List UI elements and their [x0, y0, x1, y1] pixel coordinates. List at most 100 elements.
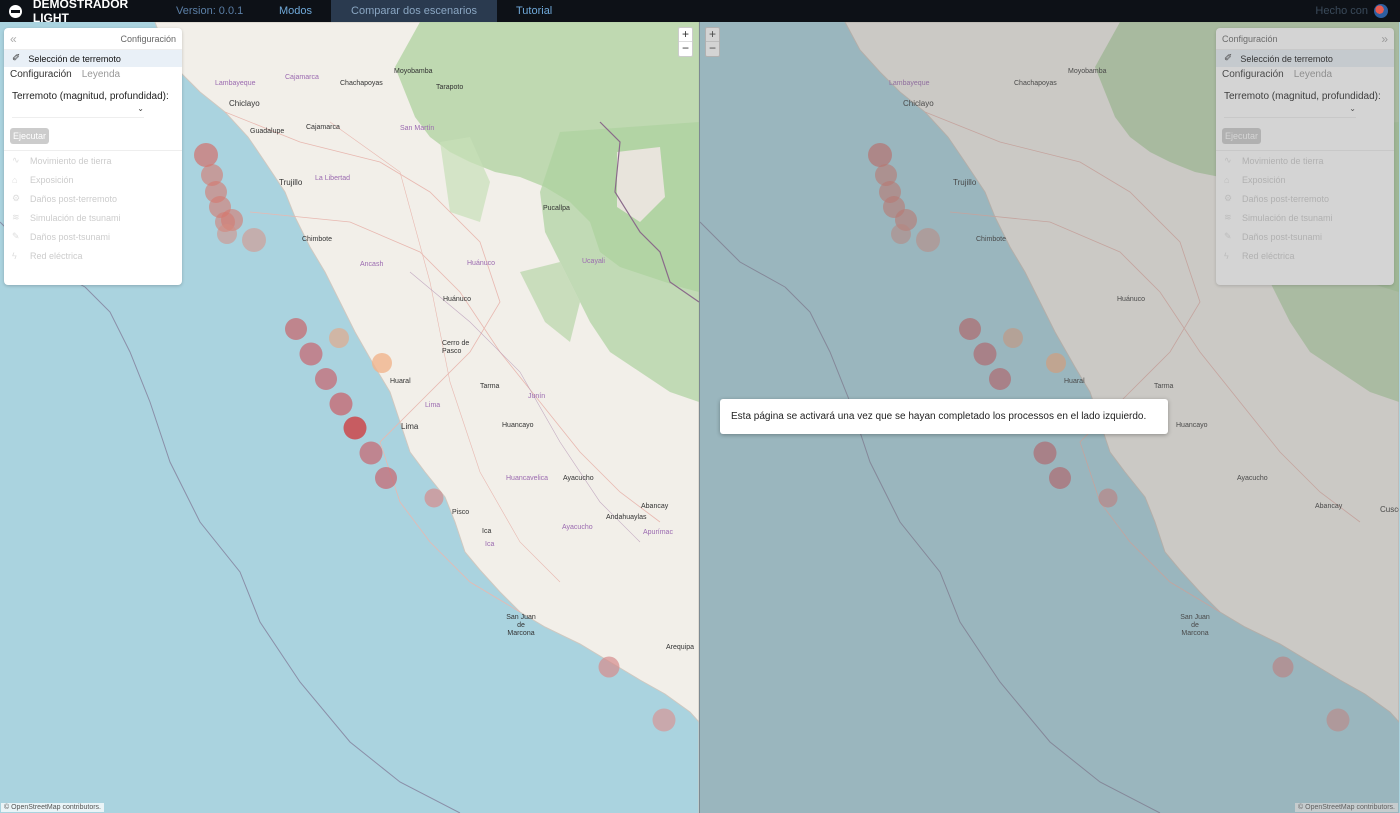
brush-icon: ✎: [12, 231, 20, 241]
map-label: La Libertad: [315, 175, 351, 182]
panel-title: Configuración: [120, 33, 176, 44]
map-label: Ica: [485, 541, 495, 548]
module-danos-terremoto[interactable]: ⚙ Daños post-terremoto: [4, 189, 182, 208]
nav-modos[interactable]: Modos: [260, 0, 331, 22]
map-label: Arequipa: [666, 644, 695, 651]
house-icon: ⌂: [12, 174, 18, 185]
module-tsunami[interactable]: ≋ Simulación de tsunami: [4, 208, 182, 227]
zoom-in-button[interactable]: +: [679, 28, 692, 42]
map-label: San Martín: [400, 125, 435, 132]
earthquake-marker[interactable]: [359, 441, 383, 465]
map-label: Cerro de Pasco: [442, 340, 470, 355]
made-with: Hecho con: [1315, 4, 1400, 18]
panel-header: « Configuración: [4, 28, 182, 50]
map-label: Junín: [528, 393, 546, 400]
map-label: Lima: [425, 402, 441, 409]
gear-icon: ⚙: [12, 193, 21, 203]
map-label: Lima: [401, 422, 419, 431]
panel-tabs: Configuración Leyenda: [4, 67, 182, 82]
tab-leyenda[interactable]: Leyenda: [82, 69, 120, 80]
map-label: Ica: [482, 528, 492, 535]
map-label: Ayacucho: [562, 524, 593, 531]
inactive-message-text: Esta página se activará una vez que se h…: [731, 411, 1147, 422]
module-exposicion[interactable]: ⌂ Exposición: [4, 170, 182, 189]
brand[interactable]: DEMOSTRADOR LIGHT: [0, 0, 166, 25]
made-with-label: Hecho con: [1315, 5, 1368, 17]
earthquake-marker[interactable]: [424, 488, 444, 508]
earthquake-marker[interactable]: [652, 708, 676, 732]
map-label: Ancash: [360, 261, 384, 268]
earthquake-marker[interactable]: [343, 416, 367, 440]
map-label: Andahuaylas: [606, 514, 647, 521]
earthquake-marker[interactable]: [372, 353, 392, 373]
map-label: Apurímac: [643, 529, 673, 536]
map-label: Chiclayo: [229, 99, 260, 108]
earthquake-marker[interactable]: [217, 224, 237, 244]
module-movimiento[interactable]: ∿ Movimiento de tierra: [4, 151, 182, 170]
logo-icon: [9, 4, 22, 18]
map-label: Lambayeque: [215, 80, 256, 87]
earthquake-select[interactable]: ⌄: [12, 104, 144, 118]
module-label: Movimiento de tierra: [30, 155, 112, 166]
map-label: Abancay: [641, 503, 669, 510]
tab-configuracion[interactable]: Configuración: [10, 69, 72, 80]
module-danos-tsunami[interactable]: ✎ Daños post-tsunami: [4, 227, 182, 246]
map-label: Tarma: [480, 383, 500, 390]
earthquake-marker[interactable]: [329, 328, 349, 348]
earthquake-marker[interactable]: [242, 228, 266, 252]
zoom-out-button[interactable]: −: [679, 42, 692, 56]
map-label: Huánuco: [467, 260, 496, 267]
earthquake-marker[interactable]: [299, 342, 323, 366]
map-label: Tarapoto: [436, 84, 464, 91]
earthquake-marker[interactable]: [285, 318, 307, 340]
map-label: Cajamarca: [306, 124, 340, 131]
map-label: San Juan de Marcona: [506, 614, 536, 637]
map-label: Huánuco: [443, 296, 472, 303]
map-attribution[interactable]: © OpenStreetMap contributors.: [1, 803, 104, 812]
map-label: Huancavelica: [506, 475, 549, 482]
map-label: Chimbote: [302, 236, 332, 243]
nav-comparar[interactable]: Comparar dos escenarios: [331, 0, 497, 22]
selection-label: Selección de terremoto: [28, 53, 121, 64]
earthquake-selection[interactable]: ✐ Selección de terremoto: [4, 50, 182, 67]
inactive-message: Esta página se activará una vez que se h…: [720, 399, 1168, 434]
earthquake-marker[interactable]: [329, 392, 353, 416]
map-label: Trujillo: [279, 178, 303, 187]
bolt-icon: ϟ: [12, 250, 17, 261]
module-red-electrica[interactable]: ϟ Red eléctrica: [4, 246, 182, 265]
right-map: Lambayeque Chiclayo Chachapoyas Moyobamb…: [700, 22, 1399, 813]
chevron-down-icon: ⌄: [137, 104, 144, 113]
map-label: Cajamarca: [285, 74, 319, 81]
map-label: Huancayo: [502, 422, 534, 429]
map-label: Ucayali: [582, 258, 605, 265]
globe-icon: [1374, 4, 1388, 18]
map-label: Moyobamba: [394, 68, 433, 75]
map-label: Ayacucho: [563, 475, 594, 482]
map-label: Huaral: [390, 378, 411, 385]
module-label: Daños post-terremoto: [30, 193, 118, 204]
map-label: Pucallpa: [543, 205, 570, 212]
earthquake-marker[interactable]: [315, 368, 337, 390]
module-label: Exposición: [30, 174, 74, 185]
earthquake-marker[interactable]: [598, 656, 620, 678]
map-label: Guadalupe: [250, 128, 285, 135]
run-button[interactable]: Ejecutar: [10, 128, 50, 144]
left-map[interactable]: Lambayeque Chiclayo Cajamarca Chachapoya…: [0, 22, 699, 813]
version-label: Version: 0.0.1: [176, 5, 244, 17]
top-navbar: DEMOSTRADOR LIGHT Version: 0.0.1 Modos C…: [0, 0, 1400, 25]
pin-icon: ✐: [12, 53, 21, 64]
config-panel: « Configuración ✐ Selección de terremoto…: [4, 28, 182, 285]
earthquake-marker[interactable]: [375, 467, 397, 489]
map-label: Pisco: [452, 509, 470, 516]
zoom-control: + −: [678, 27, 693, 57]
nav-tutorial[interactable]: Tutorial: [497, 0, 571, 22]
wave-icon: ∿: [12, 155, 20, 165]
map-label: Chachapoyas: [340, 80, 383, 87]
brand-title: DEMOSTRADOR LIGHT: [32, 0, 129, 25]
tsunami-icon: ≋: [12, 212, 20, 222]
module-label: Simulación de tsunami: [30, 212, 121, 223]
module-label: Daños post-tsunami: [30, 231, 111, 242]
collapse-left-icon[interactable]: «: [10, 32, 17, 46]
earthquake-field-label: Terremoto (magnitud, profundidad):: [12, 91, 169, 102]
module-label: Red eléctrica: [30, 250, 83, 261]
